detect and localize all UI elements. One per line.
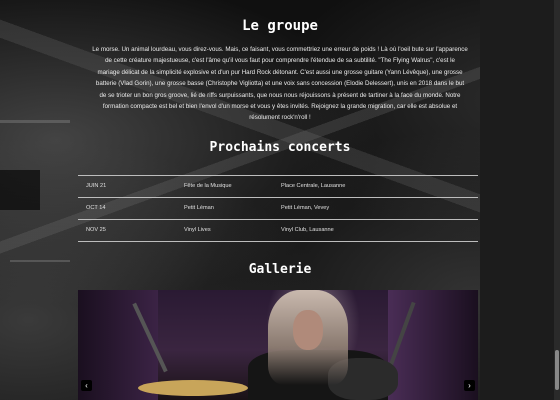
intro-line: batterie (Vlad Gorin), une grosse basse … bbox=[95, 80, 465, 88]
concert-place: Vinyl Club, Lausanne bbox=[281, 227, 334, 233]
intro-line: de se trioter un bon gros groove, lié de… bbox=[99, 91, 461, 99]
concert-event: Vinyl Lives bbox=[184, 227, 211, 233]
concert-event: Fête de la Musique bbox=[184, 183, 232, 189]
page-content: Le groupe Le morse. Un animal lourdeau, … bbox=[0, 0, 560, 400]
intro-line: formation compacte est bel et bien l'env… bbox=[102, 103, 458, 111]
intro-line: Le morse. Un animal lourdeau, vous direz… bbox=[92, 46, 468, 53]
guitarist-face bbox=[293, 310, 323, 350]
concert-date: NOV 25 bbox=[86, 227, 106, 233]
intro-line: mariage délicat de la simplicité explosi… bbox=[97, 68, 463, 76]
concert-place: Petit Léman, Vevey bbox=[281, 205, 330, 211]
concerts-table: JUIN 21 Fête de la Musique Place Central… bbox=[78, 175, 478, 242]
concert-place: Place Centrale, Lausanne bbox=[281, 183, 346, 189]
concert-date: JUIN 21 bbox=[86, 183, 107, 189]
group-title: Le groupe bbox=[242, 18, 318, 34]
chevron-right-icon[interactable]: › bbox=[464, 380, 475, 391]
table-row: OCT 14 Petit Léman Petit Léman, Vevey bbox=[78, 197, 478, 219]
cymbal bbox=[138, 380, 248, 396]
concert-date: OCT 14 bbox=[86, 205, 106, 211]
table-row: NOV 25 Vinyl Lives Vinyl Club, Lausanne bbox=[78, 219, 478, 242]
intro-line: de cette créature majestueuse, c'est l'â… bbox=[105, 57, 455, 65]
intro-line: résolument rock'n'roll ! bbox=[249, 114, 311, 122]
gallery-carousel[interactable] bbox=[78, 290, 478, 400]
chevron-left-icon[interactable]: ‹ bbox=[81, 380, 92, 391]
group-intro: Le morse. Un animal lourdeau, vous direz… bbox=[74, 44, 486, 124]
gallery-title: Gallerie bbox=[248, 262, 312, 277]
concert-event: Petit Léman bbox=[184, 205, 214, 211]
concerts-title: Prochains concerts bbox=[209, 140, 351, 155]
table-row: JUIN 21 Fête de la Musique Place Central… bbox=[78, 175, 478, 197]
